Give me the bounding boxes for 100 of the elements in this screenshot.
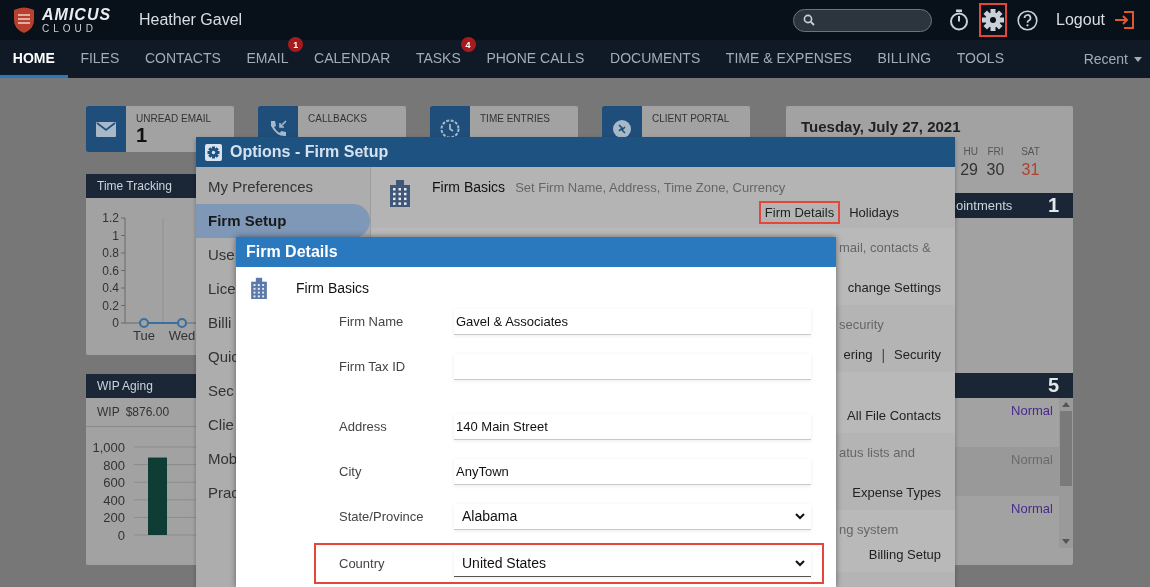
text-field[interactable]: Gavel & Associates xyxy=(454,308,811,335)
nav-tab[interactable]: BILLING xyxy=(864,40,944,78)
nav-tab[interactable]: PHONE CALLS xyxy=(473,40,598,78)
field-label: City xyxy=(339,464,363,479)
building-icon xyxy=(388,179,412,207)
weekday-label: SAT xyxy=(1021,146,1040,157)
stat-label: CLIENT PORTAL xyxy=(652,113,730,124)
setting-link[interactable]: Firm Details xyxy=(758,201,841,224)
logo-subtitle: CLOUD xyxy=(42,23,98,34)
caret-icon xyxy=(1134,56,1142,62)
setting-link[interactable]: Security xyxy=(888,343,947,366)
user-name: Heather Gavel xyxy=(139,11,243,29)
nav-tab[interactable]: FILES xyxy=(67,40,133,78)
setting-link[interactable]: All File Contacts xyxy=(841,404,947,427)
axis-label: Wed xyxy=(168,328,196,343)
tick-label: 0 xyxy=(112,316,119,330)
tick-label: 1 xyxy=(112,228,119,243)
weekday-label: FRI xyxy=(987,146,1004,157)
clock-icon xyxy=(440,119,460,139)
nav-tab[interactable]: DOCUMENTS xyxy=(597,40,714,78)
tick-label: 1.2 xyxy=(102,211,119,225)
tick-label: 0.2 xyxy=(102,298,119,313)
building-icon xyxy=(249,276,269,299)
setting-link[interactable]: change Settings xyxy=(841,276,947,299)
stat-label: TIME ENTRIES xyxy=(480,113,550,124)
calendar-date-title: Tuesday, July 27, 2021 xyxy=(800,117,962,137)
stat-label: CALLBACKS xyxy=(308,113,367,124)
text-field[interactable]: AnyTown xyxy=(454,458,811,485)
tick-label: 0 xyxy=(117,528,125,543)
nav-tab[interactable]: TIME & EXPENSES xyxy=(713,40,865,78)
section-description: security xyxy=(839,317,884,332)
envelope-icon xyxy=(96,121,116,137)
search-icon xyxy=(803,14,816,26)
axis-label: Tue xyxy=(133,328,155,343)
menu-item[interactable]: Firm Setup xyxy=(196,204,370,238)
setting-link[interactable]: Expense Types xyxy=(846,481,947,504)
nav-tab[interactable]: CONTACTS xyxy=(132,40,234,78)
caret-icon xyxy=(1062,402,1070,407)
nav-tab[interactable]: TASKS 4 xyxy=(403,40,474,78)
setting-link[interactable]: Billing Setup xyxy=(862,543,947,566)
weekday-label: HU xyxy=(963,146,978,157)
nav-tab[interactable]: EMAIL 1 xyxy=(233,40,302,78)
tick-label: 800 xyxy=(103,457,125,473)
data-point xyxy=(139,318,149,328)
text-field[interactable]: 140 Main Street xyxy=(454,413,811,440)
select-field[interactable]: United States xyxy=(454,550,811,577)
tick-label: 600 xyxy=(103,475,125,491)
caret-icon xyxy=(1062,539,1070,544)
exit-icon xyxy=(1114,11,1134,29)
wip-label: WIP xyxy=(97,405,120,419)
settings-button[interactable] xyxy=(979,3,1008,37)
data-point xyxy=(177,318,187,328)
field-label: Firm Name xyxy=(339,314,405,329)
setting-link[interactable]: Holidays xyxy=(843,201,905,224)
settings-icon xyxy=(205,143,222,161)
section-description: atus lists and xyxy=(839,445,915,460)
recent-menu[interactable]: Recent xyxy=(1083,40,1150,78)
calendar-date[interactable]: 29 xyxy=(960,161,978,179)
section-description: Set Firm Name, Address, Time Zone, Currency xyxy=(515,180,786,195)
section-title: Firm Basics xyxy=(296,279,370,296)
tick-label: 0.8 xyxy=(102,246,119,260)
field-label: Address xyxy=(339,419,388,434)
tick-label: 1,000 xyxy=(92,440,125,455)
section-title: Firm Basics xyxy=(432,179,506,195)
field-label: Country xyxy=(339,556,386,571)
help-icon xyxy=(1016,9,1038,31)
logo-icon xyxy=(12,6,36,34)
stopwatch-icon xyxy=(949,9,970,31)
search-field[interactable] xyxy=(793,8,933,32)
chevron-icon xyxy=(795,559,805,567)
section-description: mail, contacts & xyxy=(839,240,931,255)
tick-label: 0.4 xyxy=(102,281,119,295)
separator: | xyxy=(881,346,886,363)
field-label: State/Province xyxy=(339,509,425,524)
settings-icon xyxy=(982,9,1005,31)
select-field[interactable]: Alabama xyxy=(454,503,811,530)
priority-label: Normal xyxy=(1011,501,1053,518)
scrollbar[interactable] xyxy=(1059,398,1073,548)
logout-button[interactable]: Logout xyxy=(1056,11,1134,29)
field-label: Firm Tax ID xyxy=(339,359,407,374)
panel-title: ointments xyxy=(956,198,1013,213)
tick-label: 200 xyxy=(103,510,125,526)
setting-link[interactable]: ering xyxy=(837,343,879,366)
text-field[interactable] xyxy=(454,353,811,380)
calendar-date[interactable]: 30 xyxy=(986,161,1005,179)
logo-title: AMICUS xyxy=(42,6,112,23)
stat-value: 1 xyxy=(136,124,149,146)
priority-label: Normal xyxy=(1011,403,1053,420)
tick-label: 0.6 xyxy=(102,263,119,278)
stat-label: UNREAD EMAIL xyxy=(136,113,211,124)
count-label: 1 xyxy=(1047,194,1059,217)
dialog-title: Firm Details xyxy=(236,237,836,267)
wip-total: $876.00 xyxy=(125,405,170,419)
tick-label: 400 xyxy=(103,492,125,508)
dialog-title: Options - Firm Setup xyxy=(230,143,389,161)
nav-tab[interactable]: TOOLS xyxy=(944,40,1017,78)
chevron-icon xyxy=(795,512,805,520)
count-label: 5 xyxy=(1047,374,1059,397)
section-description: ng system xyxy=(839,522,899,537)
nav-tab[interactable]: CALENDAR xyxy=(301,40,404,78)
